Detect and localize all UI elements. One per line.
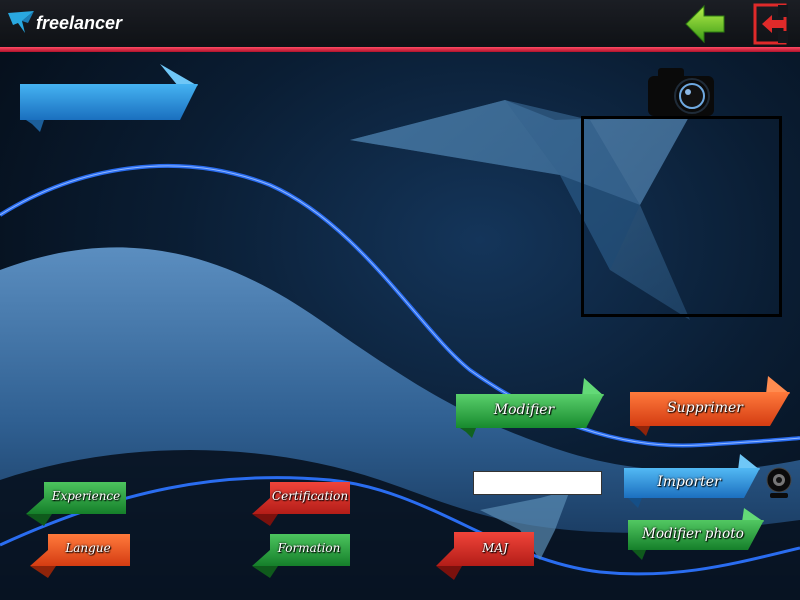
ribbon-shape — [252, 482, 350, 526]
experience-label: Experience — [51, 489, 121, 503]
langue-label: Langue — [65, 541, 111, 555]
app-window: freelancer Modifier Supprimer Importer M… — [0, 0, 800, 600]
modifier-photo-button[interactable]: Modifier photo — [626, 508, 766, 562]
formation-label: Formation — [277, 541, 341, 555]
ribbon-shape — [252, 534, 350, 578]
maj-button[interactable]: MAJ — [432, 530, 536, 582]
freelancer-bird-icon — [8, 11, 34, 33]
supprimer-label: Supprimer — [667, 400, 743, 416]
importer-label: Importer — [657, 474, 721, 490]
modifier-label: Modifier — [493, 402, 555, 418]
langue-button[interactable]: Langue — [26, 532, 132, 580]
camera-icon — [648, 68, 714, 116]
modifier-button[interactable]: Modifier — [454, 378, 606, 438]
photo-path-field[interactable] — [473, 471, 602, 495]
logout-button[interactable] — [752, 3, 790, 45]
importer-button[interactable]: Importer — [622, 454, 762, 510]
maj-label: MAJ — [482, 541, 508, 555]
modifier-photo-label: Modifier photo — [642, 526, 744, 542]
ribbon-shape — [436, 532, 534, 580]
experience-button[interactable]: Experience — [22, 480, 128, 528]
webcam-icon[interactable] — [762, 466, 796, 500]
logo-text: freelancer — [36, 12, 123, 33]
certification-label: Certification — [271, 489, 349, 503]
back-button[interactable] — [684, 4, 726, 44]
ribbon-shape — [30, 534, 130, 578]
back-arrow-icon — [685, 4, 725, 44]
freelancer-logo: freelancer — [8, 8, 122, 38]
header-accent-line — [0, 47, 800, 52]
exit-door-icon — [753, 3, 788, 45]
formation-button[interactable]: Formation — [248, 532, 352, 580]
ribbon-shape — [26, 482, 126, 526]
supprimer-button[interactable]: Supprimer — [628, 376, 792, 438]
certification-button[interactable]: Certification — [248, 480, 352, 528]
photo-frame — [581, 116, 782, 317]
title-ribbon — [20, 64, 198, 132]
top-bar: freelancer — [0, 0, 800, 48]
